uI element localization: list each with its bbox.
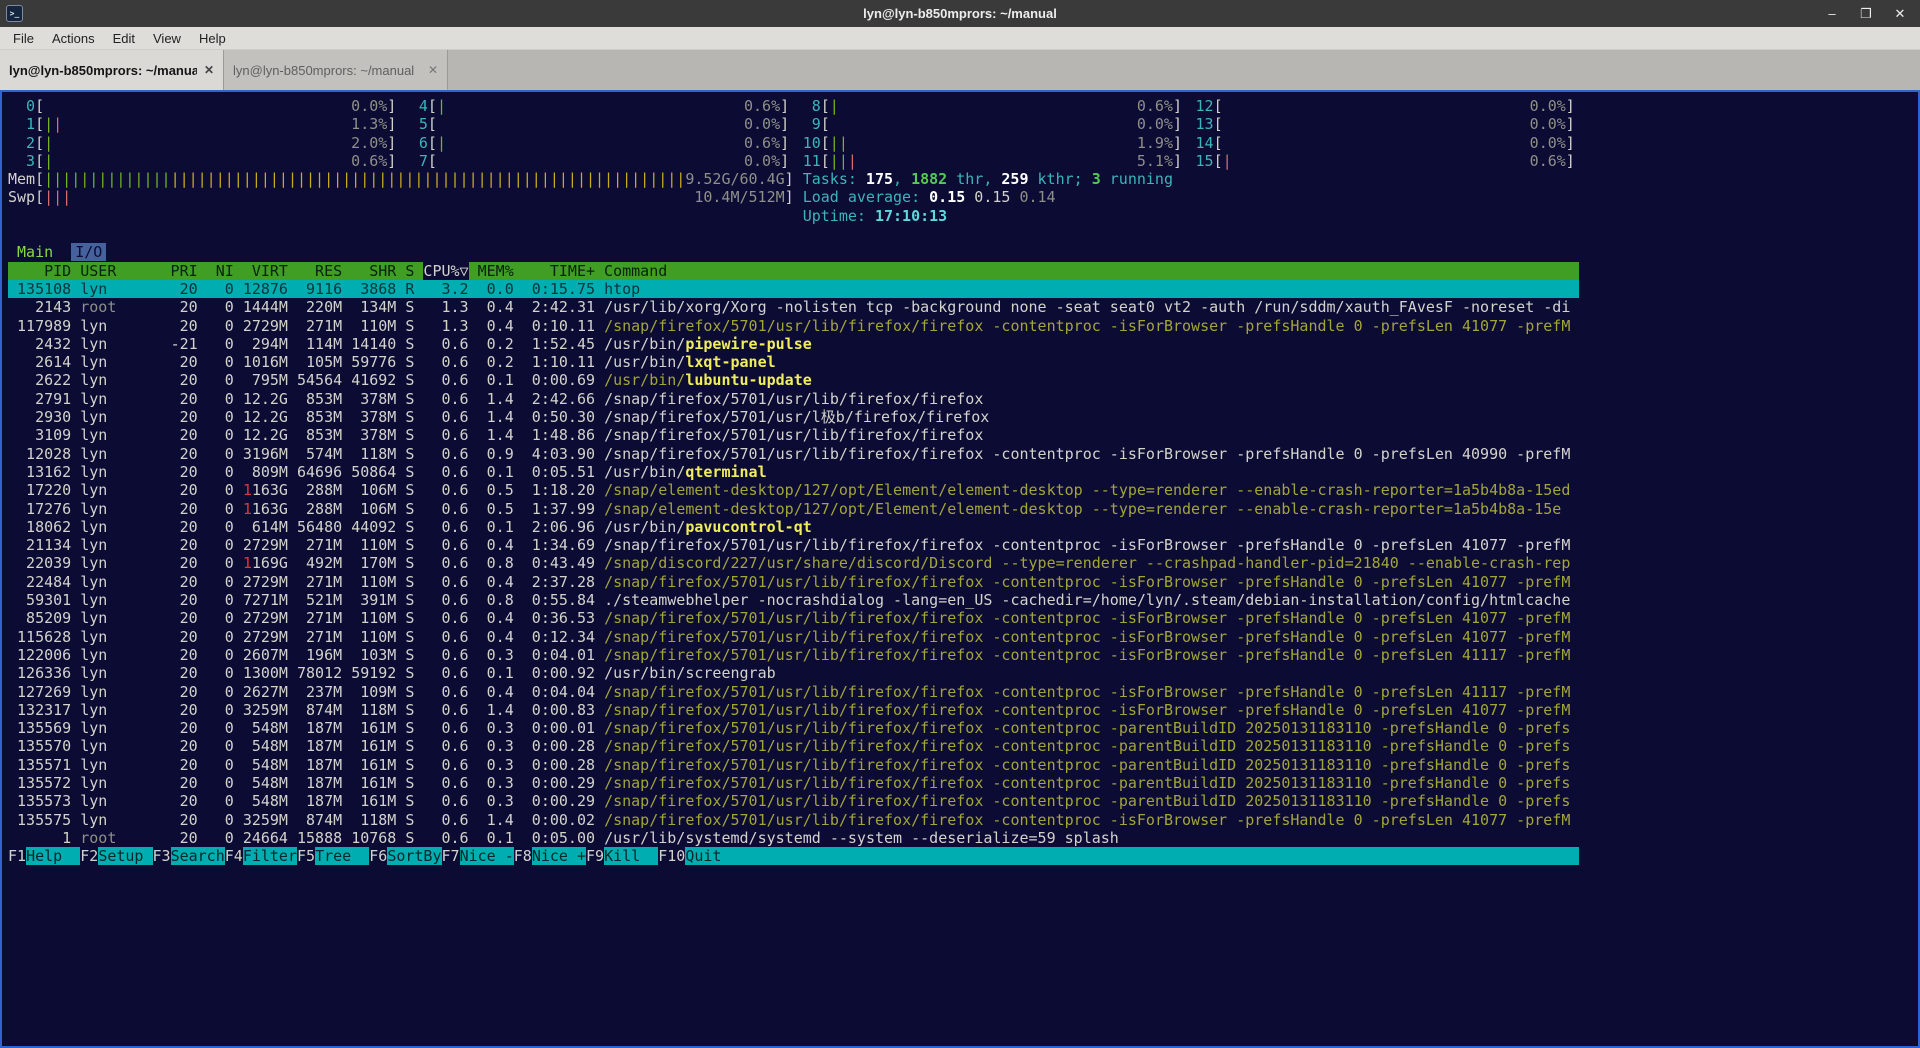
process-row-126336[interactable]: 126336 lyn 20 0 1300M 78012 59192 S 0.6 … (8, 664, 1579, 682)
memory-meter: Mem[||||||||||||||||||||||||||||||||||||… (8, 170, 794, 188)
process-row-117989[interactable]: 117989 lyn 20 0 2729M 271M 110M S 1.3 0.… (8, 317, 1579, 335)
menu-item-actions[interactable]: Actions (43, 29, 104, 48)
fkey-f9[interactable]: F9Kill (586, 847, 658, 865)
process-row-3109[interactable]: 3109 lyn 20 0 12.2G 853M 378M S 0.6 1.4 … (8, 426, 1579, 444)
cpu-meter-1: 1[|| 1.3%] (8, 115, 396, 133)
swap-meter: Swp[||| 10.4M/512M] (8, 188, 794, 206)
htop-screen-tabs: Main I/O (8, 243, 1918, 261)
terminal-app-icon: >_ (6, 5, 23, 22)
terminal-tab-2[interactable]: lyn@lyn-b850mprors: ~/manual ✕ (224, 50, 448, 90)
process-row-135571[interactable]: 135571 lyn 20 0 548M 187M 161M S 0.6 0.3… (8, 756, 1579, 774)
titlebar: >_ lyn@lyn-b850mprors: ~/manual – ❐ ✕ (0, 0, 1920, 27)
cpu-meter-5: 5[ 0.0%] (401, 115, 789, 133)
process-row-2930[interactable]: 2930 lyn 20 0 12.2G 853M 378M S 0.6 1.4 … (8, 408, 1579, 426)
qterminal-window: >_ lyn@lyn-b850mprors: ~/manual – ❐ ✕ Fi… (0, 0, 1920, 1048)
minimize-button[interactable]: – (1824, 6, 1840, 22)
fkey-f5[interactable]: F5Tree (297, 847, 369, 865)
load-average: Load average: 0.15 0.15 0.14 (803, 188, 1056, 206)
htop-tab-main[interactable]: Main (17, 243, 53, 261)
fkey-f10[interactable]: F10Quit (658, 847, 739, 865)
tab-label: lyn@lyn-b850mprors: ~/manual (233, 63, 421, 78)
cpu-meter-4: 4[| 0.6%] (401, 97, 789, 115)
process-row-17220[interactable]: 17220 lyn 20 0 1163G 288M 106M S 0.6 0.5… (8, 481, 1579, 499)
cpu-meter-10: 10[|| 1.9%] (794, 134, 1182, 152)
process-row-22484[interactable]: 22484 lyn 20 0 2729M 271M 110M S 0.6 0.4… (8, 573, 1579, 591)
tasks-summary: Tasks: 175, 1882 thr, 259 kthr; 3 runnin… (803, 170, 1173, 188)
menu-bar: FileActionsEditViewHelp (0, 27, 1920, 49)
process-row-2791[interactable]: 2791 lyn 20 0 12.2G 853M 378M S 0.6 1.4 … (8, 390, 1579, 408)
fkey-f6[interactable]: F6SortBy (369, 847, 441, 865)
tab-label: lyn@lyn-b850mprors: ~/manual (9, 63, 197, 78)
process-row-1[interactable]: 1 root 20 0 24664 15888 10768 S 0.6 0.1 … (8, 829, 1579, 847)
htop-tab-io[interactable]: I/O (71, 243, 106, 261)
close-button[interactable]: ✕ (1892, 6, 1908, 22)
menu-item-help[interactable]: Help (190, 29, 235, 48)
fkey-f3[interactable]: F3Search (153, 847, 225, 865)
cpu-meter-2: 2[| 2.0%] (8, 134, 396, 152)
process-row-135572[interactable]: 135572 lyn 20 0 548M 187M 161M S 0.6 0.3… (8, 774, 1579, 792)
fkey-f4[interactable]: F4Filter (225, 847, 297, 865)
process-row-135575[interactable]: 135575 lyn 20 0 3259M 874M 118M S 0.6 1.… (8, 811, 1579, 829)
cpu-meter-11: 11[||| 5.1%] (794, 152, 1182, 170)
cpu-meter-15: 15[| 0.6%] (1187, 152, 1575, 170)
sort-column-cpu[interactable]: CPU%▽ (423, 262, 468, 280)
cpu-meter-12: 12[ 0.0%] (1187, 97, 1575, 115)
fkey-f2[interactable]: F2Setup (80, 847, 152, 865)
terminal-tab-1[interactable]: lyn@lyn-b850mprors: ~/manual ✕ (0, 50, 224, 90)
menu-item-view[interactable]: View (144, 29, 190, 48)
process-row-12028[interactable]: 12028 lyn 20 0 3196M 574M 118M S 0.6 0.9… (8, 445, 1579, 463)
process-row-135573[interactable]: 135573 lyn 20 0 548M 187M 161M S 0.6 0.3… (8, 792, 1579, 810)
cpu-meter-7: 7[ 0.0%] (401, 152, 789, 170)
process-row-17276[interactable]: 17276 lyn 20 0 1163G 288M 106M S 0.6 0.5… (8, 500, 1579, 518)
process-row-85209[interactable]: 85209 lyn 20 0 2729M 271M 110M S 0.6 0.4… (8, 609, 1579, 627)
process-row-122006[interactable]: 122006 lyn 20 0 2607M 196M 103M S 0.6 0.… (8, 646, 1579, 664)
process-row-135569[interactable]: 135569 lyn 20 0 548M 187M 161M S 0.6 0.3… (8, 719, 1579, 737)
cpu-meter-0: 0[ 0.0%] (8, 97, 396, 115)
process-row-127269[interactable]: 127269 lyn 20 0 2627M 237M 109M S 0.6 0.… (8, 683, 1579, 701)
process-row-22039[interactable]: 22039 lyn 20 0 1169G 492M 170M S 0.6 0.8… (8, 554, 1579, 572)
process-row-2622[interactable]: 2622 lyn 20 0 795M 54564 41692 S 0.6 0.1… (8, 371, 1579, 389)
process-row-135108[interactable]: 135108 lyn 20 0 12876 9116 3868 R 3.2 0.… (8, 280, 1579, 298)
terminal-viewport[interactable]: 0[ 0.0%] 4[| 0.6%] 8[| 0.6%] 12[ 0.0%] 1… (0, 90, 1920, 1048)
cpu-meter-3: 3[| 0.6%] (8, 152, 396, 170)
process-row-2614[interactable]: 2614 lyn 20 0 1016M 105M 59776 S 0.6 0.2… (8, 353, 1579, 371)
restore-button[interactable]: ❐ (1858, 6, 1874, 22)
cpu-meter-9: 9[ 0.0%] (794, 115, 1182, 133)
process-row-59301[interactable]: 59301 lyn 20 0 7271M 521M 391M S 0.6 0.8… (8, 591, 1579, 609)
process-table-header[interactable]: PID USER PRI NI VIRT RES SHR S CPU%▽ MEM… (8, 262, 1579, 280)
menu-item-edit[interactable]: Edit (104, 29, 144, 48)
process-row-132317[interactable]: 132317 lyn 20 0 3259M 874M 118M S 0.6 1.… (8, 701, 1579, 719)
process-row-2432[interactable]: 2432 lyn -21 0 294M 114M 14140 S 0.6 0.2… (8, 335, 1579, 353)
process-row-135570[interactable]: 135570 lyn 20 0 548M 187M 161M S 0.6 0.3… (8, 737, 1579, 755)
window-title: lyn@lyn-b850mprors: ~/manual (0, 6, 1920, 21)
tab-close-icon[interactable]: ✕ (428, 63, 438, 77)
terminal-screen: 0[ 0.0%] 4[| 0.6%] 8[| 0.6%] 12[ 0.0%] 1… (2, 92, 1918, 1046)
uptime: Uptime: 17:10:13 (803, 207, 948, 225)
process-row-115628[interactable]: 115628 lyn 20 0 2729M 271M 110M S 0.6 0.… (8, 628, 1579, 646)
tab-close-icon[interactable]: ✕ (204, 63, 214, 77)
process-row-21134[interactable]: 21134 lyn 20 0 2729M 271M 110M S 0.6 0.4… (8, 536, 1579, 554)
cpu-meter-6: 6[| 0.6%] (401, 134, 789, 152)
tab-bar: lyn@lyn-b850mprors: ~/manual✕lyn@lyn-b85… (0, 49, 1920, 90)
fkey-f8[interactable]: F8Nice + (514, 847, 586, 865)
process-row-18062[interactable]: 18062 lyn 20 0 614M 56480 44092 S 0.6 0.… (8, 518, 1579, 536)
process-row-2143[interactable]: 2143 root 20 0 1444M 220M 134M S 1.3 0.4… (8, 298, 1579, 316)
cpu-meter-14: 14[ 0.0%] (1187, 134, 1575, 152)
fkey-f1[interactable]: F1Help (8, 847, 80, 865)
cpu-meter-13: 13[ 0.0%] (1187, 115, 1575, 133)
menu-item-file[interactable]: File (4, 29, 43, 48)
function-key-bar: F1Help F2Setup F3SearchF4FilterF5Tree F6… (8, 847, 1579, 865)
fkey-f7[interactable]: F7Nice - (442, 847, 514, 865)
process-row-13162[interactable]: 13162 lyn 20 0 809M 64696 50864 S 0.6 0.… (8, 463, 1579, 481)
cpu-meter-8: 8[| 0.6%] (794, 97, 1182, 115)
